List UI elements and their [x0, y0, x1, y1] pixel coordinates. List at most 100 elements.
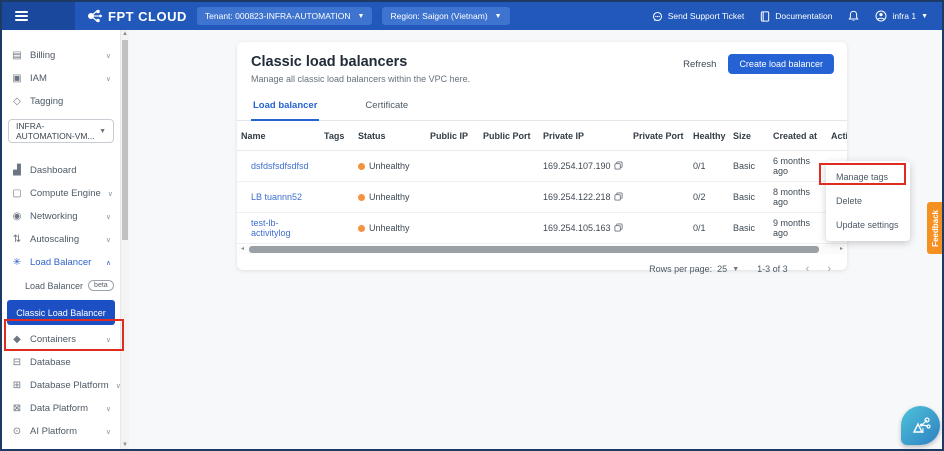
private-ip-value: 169.254.122.218: [543, 192, 611, 202]
healthy-cell: 0/1: [689, 213, 729, 244]
table-column-header: Private Port: [629, 121, 689, 151]
action-menu-item[interactable]: Manage tags: [826, 165, 910, 189]
sidebar-item[interactable]: ⊡ Monitoring: [2, 443, 120, 449]
documentation-button[interactable]: Documentation: [760, 11, 832, 22]
sidebar-item[interactable]: ▢ Compute Engine ∨: [2, 182, 120, 205]
lb-name-link[interactable]: LB tuannn52: [251, 192, 302, 202]
sidebar-item[interactable]: ⊟ Database: [2, 351, 120, 374]
sidebar-item-label: Dashboard: [30, 165, 76, 176]
public-ip-cell: [426, 151, 479, 182]
sidebar-navigation: ▤ Billing ∨ ▣ IAM ∨ ◇ Tagging INFRA-AUTO…: [2, 30, 120, 449]
action-menu-item[interactable]: Update settings: [826, 213, 910, 237]
scrollbar-thumb[interactable]: [122, 40, 128, 240]
rows-per-page-label: Rows per page:: [649, 264, 712, 274]
sidebar-item[interactable]: ◇ Tagging: [2, 90, 120, 113]
sidebar-item-label: Load Balancer: [30, 257, 91, 268]
chevron-down-icon: ▼: [495, 13, 502, 20]
scroll-down-arrow-icon[interactable]: ▼: [121, 442, 129, 448]
sidebar-item[interactable]: ▟ Dashboard: [2, 159, 120, 182]
copy-icon[interactable]: [614, 223, 623, 232]
sidebar-subitem[interactable]: Classic Load Balancer: [7, 300, 115, 325]
scroll-up-arrow-icon[interactable]: ▲: [121, 31, 129, 37]
pagination-bar: Rows per page: 25 ▼ 1-3 of 3 ‹ ›: [237, 254, 847, 275]
sidebar-item[interactable]: ⊞ Database Platform ∨: [2, 374, 120, 397]
action-menu-item[interactable]: Delete: [826, 189, 910, 213]
sidebar-subitem-label: Classic Load Balancer: [16, 308, 106, 318]
previous-page-button[interactable]: ‹: [806, 263, 810, 275]
ai-assistant-button[interactable]: I: [901, 406, 940, 445]
table-column-header: Action: [827, 121, 847, 151]
vpc-selector-dropdown[interactable]: INFRA-AUTOMATION-VM... ▼: [8, 119, 114, 143]
table-column-header: Status: [354, 121, 426, 151]
private-ip-cell: 169.254.122.218: [539, 182, 629, 213]
sidebar-subitem-label: Load Balancer: [25, 281, 83, 291]
sidebar-subitem[interactable]: Load Balancer beta: [2, 274, 120, 297]
tags-cell: [320, 182, 354, 213]
chevron-down-icon: ▼: [732, 266, 739, 273]
scrollbar-thumb[interactable]: [249, 246, 819, 253]
sidebar-item-label: Networking: [30, 211, 78, 222]
tenant-selector[interactable]: Tenant: 000823-INFRA-AUTOMATION ▼: [197, 7, 373, 25]
table-horizontal-scrollbar[interactable]: ◂ ▸: [239, 245, 845, 254]
status-label: Unhealthy: [369, 192, 410, 202]
feedback-label: Feedback: [931, 210, 940, 247]
create-load-balancer-button[interactable]: Create load balancer: [728, 54, 834, 74]
sidebar-item[interactable]: ▣ IAM ∨: [2, 67, 120, 90]
sidebar-item[interactable]: ▤ Billing ∨: [2, 44, 120, 67]
refresh-button[interactable]: Refresh: [683, 59, 716, 70]
user-name-label: infra 1: [892, 11, 916, 21]
chevron-down-icon: ∨: [106, 75, 111, 83]
sidebar-item[interactable]: ◆ Containers ∨: [2, 328, 120, 351]
sidebar-item[interactable]: ◉ Networking ∨: [2, 205, 120, 228]
lb-name-link[interactable]: test-lb-activitylog: [251, 218, 291, 238]
scroll-right-arrow-icon[interactable]: ▸: [840, 245, 843, 254]
copy-icon[interactable]: [614, 161, 623, 170]
size-cell: Basic: [729, 213, 769, 244]
pagination-range-label: 1-3 of 3: [757, 264, 788, 274]
private-ip-value: 169.254.107.190: [543, 161, 611, 171]
chevron-down-icon: ∨: [106, 213, 111, 221]
tab-load-balancer[interactable]: Load balancer: [251, 96, 319, 121]
compute-engine-icon: ▢: [11, 188, 23, 199]
support-ticket-icon: [652, 11, 663, 22]
sidebar-item[interactable]: ✳ Load Balancer ∧: [2, 251, 120, 274]
status-label: Unhealthy: [369, 223, 410, 233]
row-action-menu: Manage tagsDeleteUpdate settings: [826, 161, 910, 241]
chevron-down-icon: ∨: [106, 428, 111, 436]
table-column-header: Private IP: [539, 121, 629, 151]
sidebar-item-label: Database Platform: [30, 380, 109, 391]
sidebar-item[interactable]: ⇅ Autoscaling ∨: [2, 228, 120, 251]
beta-badge: beta: [88, 280, 114, 291]
tab-bar: Load balancer Certificate: [237, 96, 847, 121]
tab-certificate[interactable]: Certificate: [363, 96, 410, 120]
rows-per-page-selector[interactable]: Rows per page: 25 ▼: [649, 264, 739, 274]
database-platform-icon: ⊞: [11, 380, 23, 391]
table-header-row: NameTagsStatusPublic IPPublic PortPrivat…: [237, 121, 847, 151]
size-cell: Basic: [729, 151, 769, 182]
rows-per-page-value: 25: [717, 264, 727, 274]
status-cell: Unhealthy: [354, 182, 426, 213]
documentation-label: Documentation: [775, 11, 832, 21]
status-dot-icon: [358, 225, 365, 232]
sidebar-item[interactable]: ⊠ Data Platform ∨: [2, 397, 120, 420]
lb-name-link[interactable]: dsfdsfsdfsdfsd: [251, 161, 309, 171]
hamburger-menu-icon[interactable]: [15, 9, 28, 23]
notifications-bell-icon[interactable]: [848, 10, 859, 22]
status-cell: Unhealthy: [354, 213, 426, 244]
page-subtitle: Manage all classic load balancers within…: [251, 74, 833, 84]
networking-icon: ◉: [11, 211, 23, 222]
user-menu[interactable]: infra 1 ▼: [875, 10, 928, 22]
region-selector[interactable]: Region: Saigon (Vietnam) ▼: [382, 7, 509, 25]
send-support-ticket-button[interactable]: Send Support Ticket: [652, 11, 745, 22]
private-ip-value: 169.254.105.163: [543, 223, 611, 233]
load-balancers-table: NameTagsStatusPublic IPPublic PortPrivat…: [237, 121, 847, 244]
created-at-cell: 9 months ago: [769, 213, 827, 244]
next-page-button[interactable]: ›: [827, 263, 831, 275]
scroll-left-arrow-icon[interactable]: ◂: [241, 245, 244, 254]
status-dot-icon: [358, 163, 365, 170]
topbar-left-segment: [2, 2, 75, 30]
feedback-tab[interactable]: Feedback: [927, 202, 943, 254]
sidebar-scrollbar[interactable]: ▲ ▼: [120, 30, 129, 449]
sidebar-item[interactable]: ⊙ AI Platform ∨: [2, 420, 120, 443]
copy-icon[interactable]: [614, 192, 623, 201]
